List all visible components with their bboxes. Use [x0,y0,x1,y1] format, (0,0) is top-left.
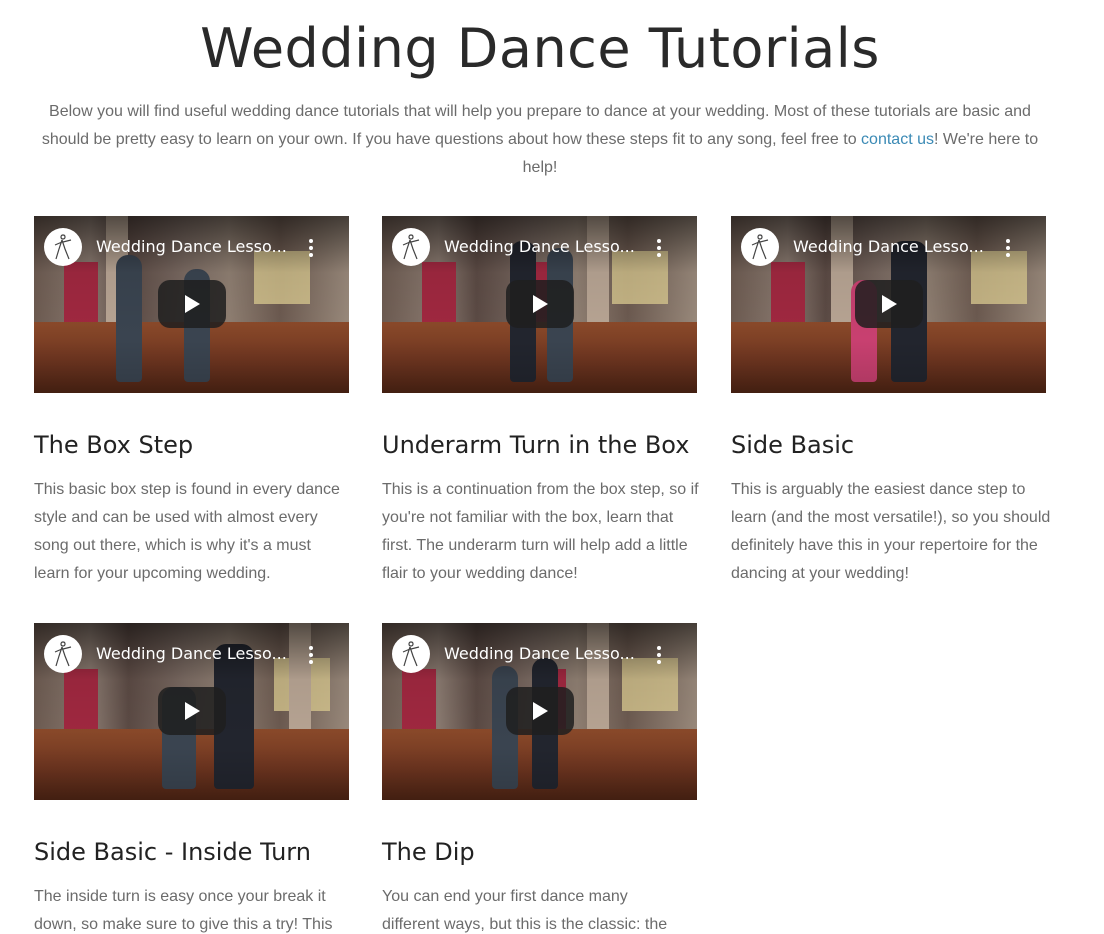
play-button[interactable] [158,687,226,735]
play-button[interactable] [855,280,923,328]
tutorial-title: Side Basic [731,431,855,459]
kebab-menu-icon[interactable] [654,645,664,665]
video-title[interactable]: Wedding Dance Lesso... [793,237,984,256]
video-title[interactable]: Wedding Dance Lesso... [96,237,287,256]
channel-logo-icon[interactable] [392,228,430,266]
tutorial-description: You can end your first dance many differ… [382,888,668,933]
page-title: Wedding Dance Tutorials [200,17,880,80]
play-button[interactable] [506,280,574,328]
kebab-menu-icon[interactable] [1003,238,1013,258]
play-icon [533,295,548,313]
channel-logo-icon[interactable] [392,635,430,673]
tutorial-card-side-basic: Wedding Dance Lesso... Side Basic This i… [731,216,1050,582]
play-button[interactable] [506,687,574,735]
play-icon [185,702,200,720]
play-icon [533,702,548,720]
video-player[interactable]: Wedding Dance Lesso... [731,216,1046,393]
contact-us-link[interactable]: contact us [861,131,934,148]
channel-logo-icon[interactable] [44,635,82,673]
channel-logo-icon[interactable] [741,228,779,266]
tutorial-description: This basic box step is found in every da… [34,481,340,582]
video-player[interactable]: Wedding Dance Lesso... [34,216,349,393]
play-icon [185,295,200,313]
tutorial-card-underarm-turn: Wedding Dance Lesso... Underarm Turn in … [382,216,699,582]
tutorial-description: This is arguably the easiest dance step … [731,481,1051,582]
tutorial-title: Side Basic - Inside Turn [34,838,311,866]
tutorial-description: The inside turn is easy once your break … [34,888,333,933]
tutorial-card-box-step: Wedding Dance Lesso... The Box Step This… [34,216,349,582]
tutorial-card-the-dip: Wedding Dance Lesso... The Dip You can e… [382,623,697,933]
kebab-menu-icon[interactable] [306,238,316,258]
video-title[interactable]: Wedding Dance Lesso... [96,644,287,663]
tutorial-description: This is a continuation from the box step… [382,481,699,582]
kebab-menu-icon[interactable] [306,645,316,665]
video-title[interactable]: Wedding Dance Lesso... [444,237,635,256]
play-button[interactable] [158,280,226,328]
kebab-menu-icon[interactable] [654,238,664,258]
intro-paragraph: Below you will find useful wedding dance… [28,98,1052,182]
video-title[interactable]: Wedding Dance Lesso... [444,644,635,663]
tutorial-card-side-basic-inside-turn: Wedding Dance Lesso... Side Basic - Insi… [34,623,349,933]
tutorial-title: Underarm Turn in the Box [382,431,690,459]
video-player[interactable]: Wedding Dance Lesso... [34,623,349,800]
tutorial-title: The Box Step [34,431,194,459]
video-player[interactable]: Wedding Dance Lesso... [382,623,697,800]
tutorial-title: The Dip [382,838,475,866]
channel-logo-icon[interactable] [44,228,82,266]
video-player[interactable]: Wedding Dance Lesso... [382,216,697,393]
play-icon [882,295,897,313]
